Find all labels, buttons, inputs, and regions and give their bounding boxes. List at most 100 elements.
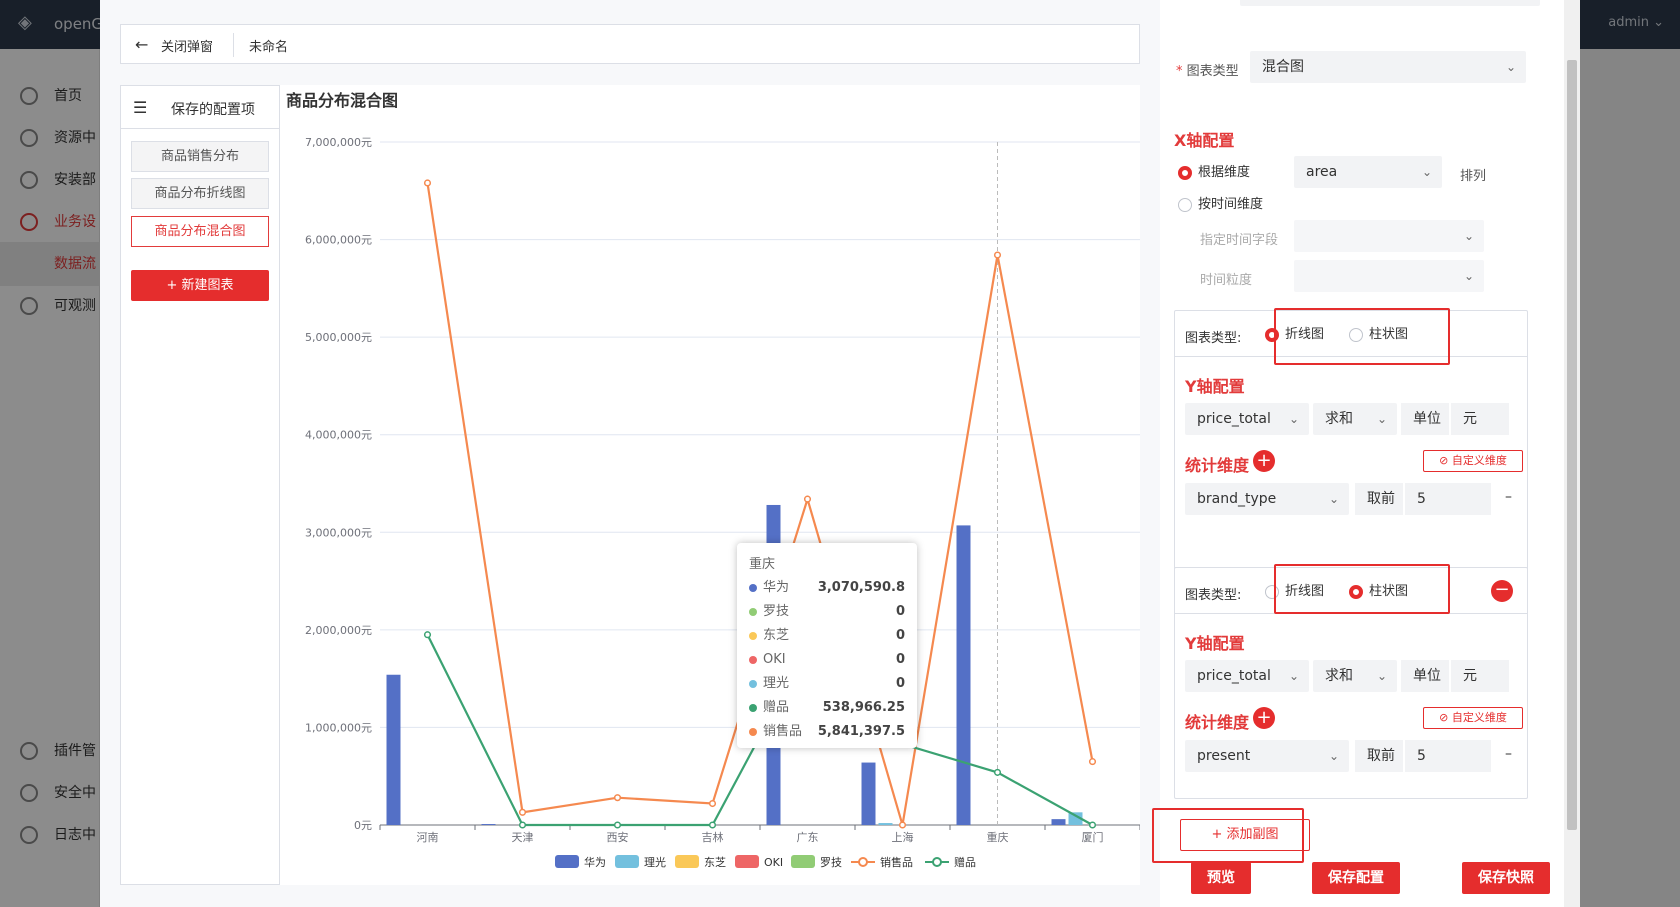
scroll-thumb[interactable]	[1567, 60, 1577, 830]
tooltip-row: 理光 0	[749, 672, 905, 696]
chevron-down-icon: ⌄	[1288, 412, 1299, 426]
saved-config-item[interactable]: 商品分布折线图	[131, 178, 269, 209]
point-销售品	[1088, 758, 1097, 766]
top-field[interactable]	[1240, 0, 1540, 6]
tooltip-series-name: 华为	[763, 580, 790, 595]
add-sub-chart-button[interactable]: + 添加副图	[1180, 819, 1310, 851]
aggregate-select[interactable]: 求和 ⌄	[1313, 403, 1397, 435]
chart-type-label: * 图表类型	[1176, 64, 1239, 79]
new-chart-button[interactable]: + 新建图表	[131, 270, 269, 301]
time-field-select[interactable]: ⌄	[1294, 220, 1484, 252]
tooltip-series-value: 0	[895, 652, 905, 667]
legend-label: 销售品	[880, 855, 913, 869]
saved-config-item-selected[interactable]: 商品分布混合图	[131, 216, 269, 247]
sort-label[interactable]: 排列	[1460, 165, 1486, 184]
tooltip-series-name: 东芝	[763, 628, 790, 643]
dimension-select[interactable]: area ⌄	[1294, 156, 1442, 188]
chart-tooltip: 重庆 华为 3,070,590.8 罗技 0 东芝 0 OKI 0 理光 0 赠品 538,966.2…	[737, 543, 917, 748]
legend-swatch-华为	[555, 855, 579, 868]
header-divider	[233, 33, 234, 57]
chevron-down-icon: ⌄	[1328, 492, 1339, 506]
legend-swatch-东芝	[675, 855, 699, 868]
dimension-field-select[interactable]: present ⌄	[1185, 740, 1349, 772]
save-config-button[interactable]: 保存配置	[1312, 862, 1400, 894]
radio-line-chart[interactable]: 折线图	[1265, 584, 1324, 600]
legend-label: 赠品	[954, 855, 976, 869]
y-axis-section-title: Y轴配置	[1185, 634, 1245, 653]
series-dot-icon	[749, 679, 757, 688]
point-赠品	[518, 821, 527, 829]
custom-dimension-button[interactable]: ⊘ 自定义维度	[1423, 707, 1523, 729]
time-grain-select[interactable]: ⌄	[1294, 260, 1484, 292]
dimension-section-title: 统计维度	[1185, 456, 1250, 475]
remove-dimension-icon[interactable]: –	[1505, 746, 1512, 762]
unit-input[interactable]: 元	[1451, 403, 1509, 435]
arrow-left-icon[interactable]: ←	[135, 35, 148, 54]
dimension-field-select[interactable]: brand_type ⌄	[1185, 483, 1349, 515]
radio-line-chart[interactable]: 折线图	[1265, 327, 1324, 343]
chevron-down-icon: ⌄	[1463, 229, 1474, 243]
add-dimension-icon[interactable]: +	[1253, 707, 1275, 729]
radio-by-time[interactable]: 按时间维度	[1178, 197, 1263, 213]
tooltip-series-name: 销售品	[763, 724, 803, 739]
config-panel-header: ☰ 保存的配置项	[121, 86, 279, 129]
dimension-section-title: 统计维度	[1185, 713, 1250, 732]
custom-dimension-button[interactable]: ⊘ 自定义维度	[1423, 450, 1523, 472]
point-赠品	[993, 768, 1002, 776]
y-tick-label: 5,000,000元	[305, 331, 372, 344]
bar-华为	[1051, 819, 1066, 825]
point-赠品	[708, 821, 717, 829]
save-snapshot-button[interactable]: 保存快照	[1462, 862, 1550, 894]
take-top-input[interactable]: 5	[1405, 740, 1491, 772]
tooltip-series-value: 3,070,590.8	[817, 580, 905, 595]
tooltip-row: 销售品 5,841,397.5	[749, 720, 905, 744]
modal-header: ← 关闭弹窗 未命名	[120, 24, 1140, 64]
chart-name[interactable]: 未命名	[249, 36, 288, 55]
aggregate-select[interactable]: 求和 ⌄	[1313, 660, 1397, 692]
add-dimension-icon[interactable]: +	[1253, 450, 1275, 472]
remove-dimension-icon[interactable]: –	[1505, 489, 1512, 505]
bar-华为	[861, 762, 876, 825]
remove-sub-chart-icon[interactable]: −	[1491, 580, 1513, 602]
unit-input[interactable]: 元	[1451, 660, 1509, 692]
tooltip-series-value: 5,841,397.5	[817, 724, 905, 739]
tooltip-series-value: 538,966.25	[822, 700, 905, 715]
point-赠品	[613, 821, 622, 829]
series-dot-icon	[749, 607, 757, 616]
take-top-input[interactable]: 5	[1405, 483, 1491, 515]
preview-button[interactable]: 预览	[1191, 862, 1251, 894]
menu-icon[interactable]: ☰	[133, 98, 147, 117]
tooltip-series-value: 0	[895, 628, 905, 643]
close-modal-button[interactable]: 关闭弹窗	[161, 36, 213, 55]
chart-preview-pane: ← 关闭弹窗 未命名 ☰ 保存的配置项 商品销售分布 商品分布折线图 商品分布混…	[100, 0, 1160, 907]
chevron-down-icon: ⌄	[1463, 269, 1474, 283]
radio-bar-chart[interactable]: 柱状图	[1349, 327, 1408, 343]
sub-chart-type-label: 图表类型:	[1185, 331, 1242, 346]
legend-label: 东芝	[704, 856, 726, 869]
y-tick-label: 1,000,000元	[305, 721, 372, 734]
tooltip-row: OKI 0	[749, 648, 905, 672]
point-销售品	[518, 808, 527, 816]
tooltip-series-name: OKI	[763, 652, 786, 667]
radio-bar-chart[interactable]: 柱状图	[1349, 584, 1408, 600]
y-tick-label: 4,000,000元	[305, 429, 372, 442]
chart-type-select[interactable]: 混合图 ⌄	[1250, 51, 1526, 83]
radio-by-dimension[interactable]: 根据维度	[1178, 165, 1250, 181]
point-销售品	[898, 821, 907, 829]
sub-chart-header: 图表类型: 折线图 柱状图 −	[1175, 568, 1527, 614]
x-tick-label: 吉林	[702, 830, 724, 844]
tooltip-row: 罗技 0	[749, 600, 905, 624]
scrollbar[interactable]	[1564, 0, 1580, 907]
time-field-label: 指定时间字段	[1200, 233, 1279, 248]
chevron-down-icon: ⌄	[1288, 669, 1299, 683]
y-field-select[interactable]: price_total ⌄	[1185, 403, 1309, 435]
tooltip-row: 华为 3,070,590.8	[749, 576, 905, 600]
saved-config-item[interactable]: 商品销售分布	[131, 141, 269, 172]
chevron-down-icon: ⌄	[1328, 749, 1339, 763]
y-tick-label: 2,000,000元	[305, 624, 372, 637]
time-grain-label: 时间粒度	[1200, 273, 1253, 288]
y-field-select[interactable]: price_total ⌄	[1185, 660, 1309, 692]
point-销售品	[613, 794, 622, 802]
chart-config-modal: ← 关闭弹窗 未命名 ☰ 保存的配置项 商品销售分布 商品分布折线图 商品分布混…	[100, 0, 1580, 907]
legend-label: 理光	[644, 855, 666, 869]
